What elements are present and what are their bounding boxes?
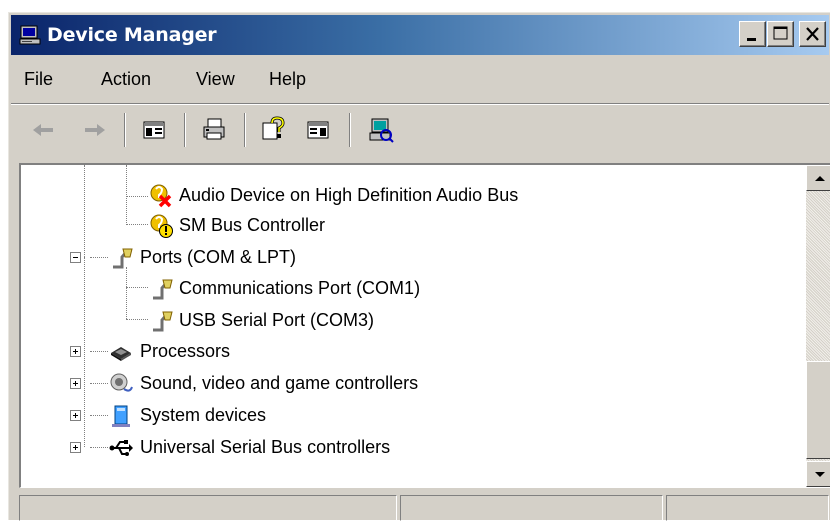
menu-file[interactable]: File xyxy=(24,69,53,90)
tree-node-label: Ports (COM & LPT) xyxy=(140,247,297,267)
title-bar[interactable]: Device Manager xyxy=(11,15,829,55)
expand-toggle-icon[interactable] xyxy=(70,442,81,453)
tree-node-label: Processors xyxy=(140,341,231,361)
window-title: Device Manager xyxy=(47,24,217,46)
status-pane-3 xyxy=(666,495,829,521)
show-hide-action-pane-icon[interactable] xyxy=(303,115,333,145)
tree-node-com3[interactable]: USB Serial Port (COM3) xyxy=(21,305,721,335)
scroll-down-button[interactable] xyxy=(806,461,830,487)
tree-node-sound[interactable]: Sound, video and game controllers xyxy=(21,368,721,398)
tree-node-sm-bus-controller[interactable]: SM Bus Controller xyxy=(21,210,721,240)
scroll-up-button[interactable] xyxy=(806,165,830,191)
collapse-toggle-icon[interactable] xyxy=(70,252,81,263)
forward-icon[interactable] xyxy=(79,115,109,145)
device-manager-icon xyxy=(19,24,41,46)
expand-toggle-icon[interactable] xyxy=(70,410,81,421)
device-tree[interactable]: Audio Device on High Definition Audio Bu… xyxy=(19,163,830,488)
toolbar-separator xyxy=(349,113,351,147)
tree-node-label: SM Bus Controller xyxy=(179,215,326,235)
menu-help[interactable]: Help xyxy=(269,69,306,90)
menu-bar: File Action View Help xyxy=(11,57,829,104)
tree-node-label: Audio Device on High Definition Audio Bu… xyxy=(179,185,519,205)
port-icon xyxy=(148,308,174,334)
print-icon[interactable] xyxy=(199,115,229,145)
menu-action[interactable]: Action xyxy=(101,69,151,90)
maximize-button[interactable] xyxy=(767,21,794,47)
toolbar-separator xyxy=(244,113,246,147)
status-bar xyxy=(11,491,829,521)
scrollbar-thumb[interactable] xyxy=(806,361,830,459)
tree-node-label: System devices xyxy=(140,405,267,425)
minimize-button[interactable] xyxy=(739,21,766,47)
show-hide-console-tree-icon[interactable] xyxy=(139,115,169,145)
tree-node-ports[interactable]: Ports (COM & LPT) xyxy=(21,242,721,272)
tree-node-label: Communications Port (COM1) xyxy=(179,278,421,298)
toolbar-separator xyxy=(184,113,186,147)
warning-device-icon xyxy=(148,213,174,239)
help-icon[interactable] xyxy=(259,115,289,145)
tree-node-usb[interactable]: Universal Serial Bus controllers xyxy=(21,432,721,462)
port-icon xyxy=(108,245,134,271)
status-pane-1 xyxy=(19,495,397,521)
tree-node-label: Sound, video and game controllers xyxy=(140,373,419,393)
scan-hardware-icon[interactable] xyxy=(366,115,396,145)
sound-icon xyxy=(108,371,134,397)
system-devices-icon xyxy=(108,403,134,429)
tree-node-label: USB Serial Port (COM3) xyxy=(179,310,375,330)
expand-toggle-icon[interactable] xyxy=(70,346,81,357)
expand-toggle-icon[interactable] xyxy=(70,378,81,389)
audio-device-error-icon xyxy=(148,183,174,209)
tree-node-system-devices[interactable]: System devices xyxy=(21,400,721,430)
usb-icon xyxy=(108,435,134,461)
back-icon[interactable] xyxy=(29,115,59,145)
processor-icon xyxy=(108,339,134,365)
tree-node-processors[interactable]: Processors xyxy=(21,336,721,366)
tree-node-com1[interactable]: Communications Port (COM1) xyxy=(21,273,721,303)
tree-content: Audio Device on High Definition Audio Bu… xyxy=(21,165,806,487)
device-manager-window: Device Manager File Action View Help Aud… xyxy=(8,12,830,521)
status-pane-2 xyxy=(400,495,663,521)
toolbar xyxy=(11,105,829,157)
menu-view[interactable]: View xyxy=(196,69,235,90)
tree-node-audio-device[interactable]: Audio Device on High Definition Audio Bu… xyxy=(21,180,721,210)
close-button[interactable] xyxy=(799,21,826,47)
tree-node-label: Universal Serial Bus controllers xyxy=(140,437,391,457)
port-icon xyxy=(148,276,174,302)
vertical-scrollbar[interactable] xyxy=(806,165,830,487)
toolbar-separator xyxy=(124,113,126,147)
